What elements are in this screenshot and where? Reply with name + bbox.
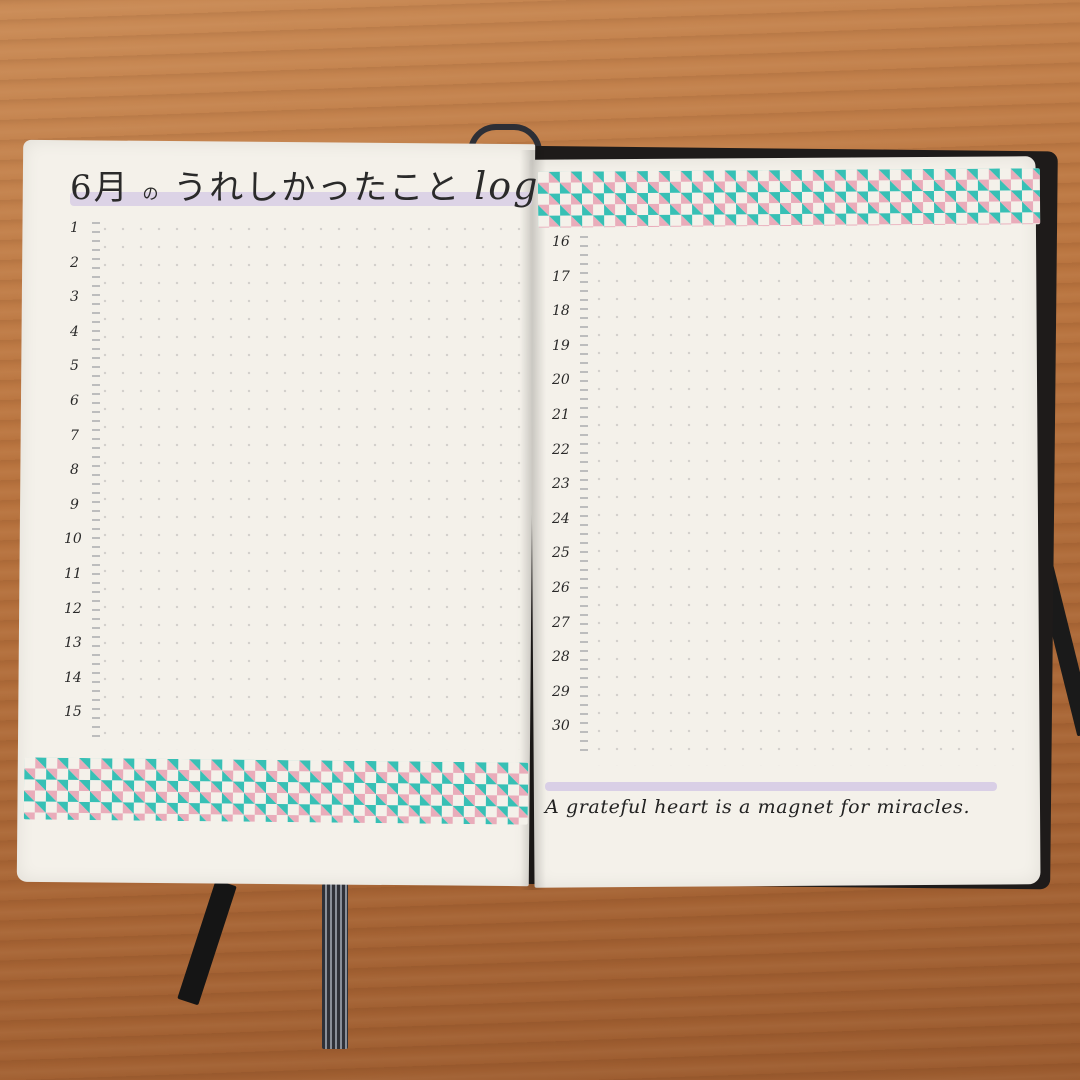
day-number: 2 [70, 254, 79, 271]
day-number: 9 [70, 496, 79, 513]
day-number: 16 [552, 234, 570, 250]
day-number: 14 [64, 669, 82, 686]
title-text: うれしかったこと [173, 168, 462, 208]
day-number: 15 [64, 704, 82, 721]
day-number: 3 [70, 289, 79, 306]
left-tick-column [92, 222, 100, 742]
day-number: 25 [552, 545, 570, 562]
washi-tape-bottom-left [23, 757, 529, 825]
day-number: 21 [552, 407, 570, 423]
day-number: 8 [70, 462, 79, 479]
day-number: 6 [70, 393, 79, 409]
day-number: 19 [552, 337, 570, 354]
right-page-dot-grid [590, 236, 1022, 766]
day-number: 10 [64, 531, 82, 548]
day-number: 24 [552, 510, 570, 527]
left-page-dot-grid [96, 220, 526, 750]
quote-highlight [545, 782, 997, 791]
day-number: 4 [70, 323, 79, 340]
day-number: 30 [552, 718, 570, 735]
day-number: 28 [552, 649, 570, 666]
title-suffix: log [474, 164, 540, 208]
right-tick-column [580, 236, 588, 756]
day-number: 29 [552, 683, 570, 700]
day-number: 23 [552, 476, 570, 493]
washi-tape-top-right [537, 168, 1041, 228]
day-number: 13 [64, 635, 82, 652]
day-number: 12 [64, 600, 82, 617]
day-number: 1 [70, 220, 79, 236]
gratitude-quote: A grateful heart is a magnet for miracle… [545, 796, 971, 818]
day-number: 5 [70, 358, 79, 375]
day-number: 7 [70, 427, 79, 444]
day-number: 18 [552, 303, 570, 320]
day-number: 22 [552, 441, 570, 458]
title-month: 6月 [70, 168, 130, 208]
day-number: 20 [552, 372, 570, 389]
page-title: 6月 の うれしかったこと log [70, 160, 539, 209]
day-number: 27 [552, 614, 570, 631]
day-number: 17 [552, 268, 570, 285]
day-number: 26 [552, 580, 570, 596]
day-number: 11 [64, 566, 82, 582]
striped-ribbon-marker-bottom [322, 884, 348, 1049]
title-particle: の [142, 184, 161, 203]
